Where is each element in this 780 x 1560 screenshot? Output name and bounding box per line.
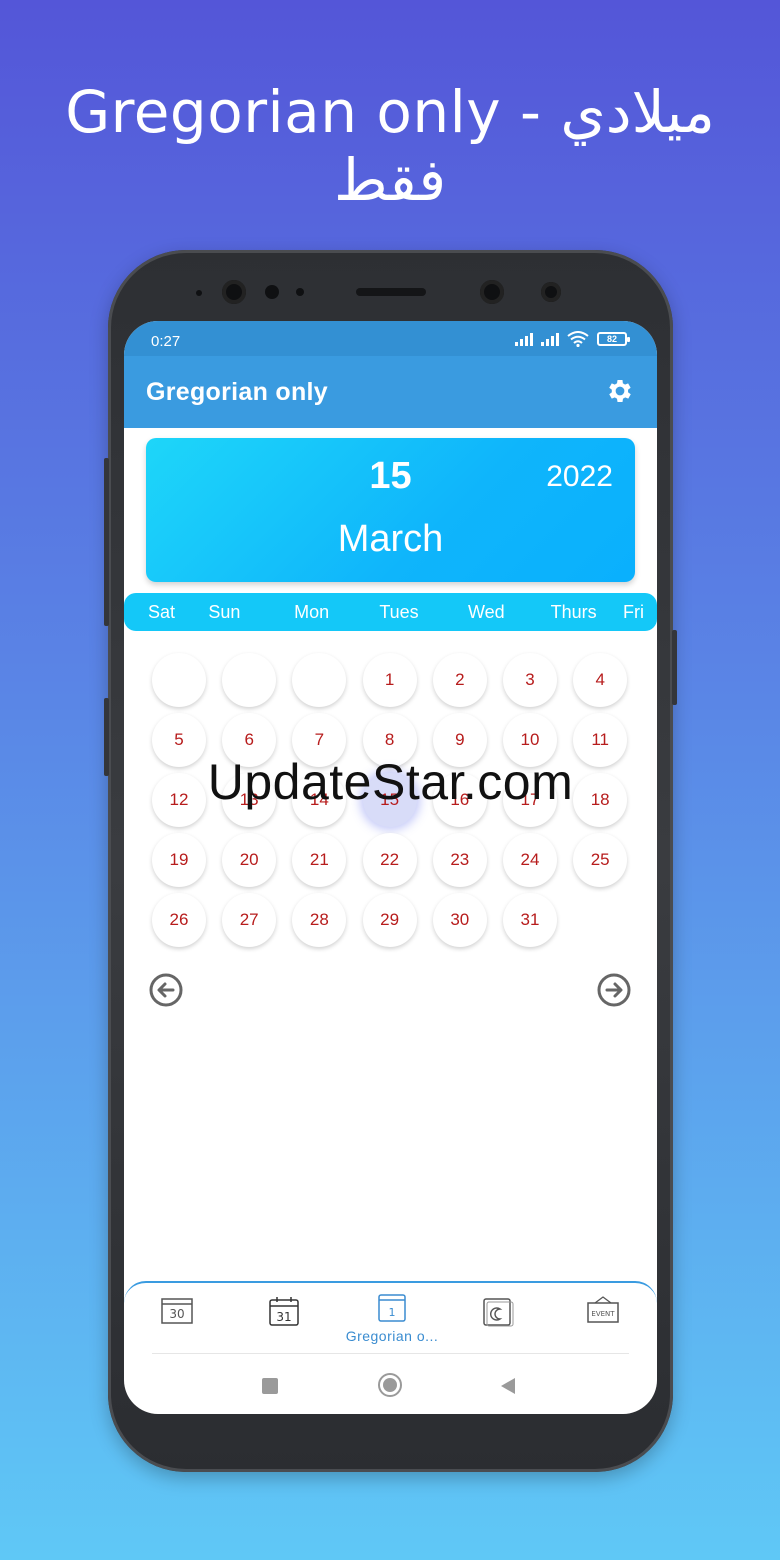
weekday-header: Sat Sun Mon Tues Wed Thurs Fri — [124, 593, 657, 631]
calendar-day[interactable]: 29 — [362, 893, 417, 947]
home-button-icon[interactable] — [378, 1373, 402, 1397]
hijri-calendar-icon — [483, 1298, 514, 1327]
phone-top-bezel — [108, 250, 673, 320]
calendar-day[interactable]: 28 — [292, 893, 347, 947]
nav-item-calendar-31[interactable]: 31 — [244, 1295, 324, 1332]
next-month-arrow-icon[interactable] — [597, 973, 631, 1007]
calendar-day[interactable]: 26 — [152, 893, 206, 947]
calendar-day[interactable]: 3 — [503, 653, 557, 707]
volume-button — [104, 458, 109, 626]
calendar-day[interactable]: 25 — [573, 833, 628, 887]
svg-text:1: 1 — [389, 1306, 396, 1319]
calendar-day[interactable]: 19 — [152, 833, 206, 887]
promo-title: Gregorian only - ميلادي فقط — [65, 78, 715, 214]
selected-date-card: 15 2022 March — [146, 438, 635, 582]
calendar-1-icon: 1 — [378, 1294, 406, 1322]
gear-icon[interactable] — [605, 376, 635, 406]
app-bar: Gregorian only — [124, 356, 657, 428]
svg-text:31: 31 — [276, 1310, 291, 1324]
nav-item-gregorian[interactable]: 1 Gregorian o... — [337, 1291, 447, 1344]
calendar-day-empty — [152, 653, 206, 707]
weekday-label: Fri — [623, 601, 644, 622]
status-bar: 0:27 82 — [124, 321, 657, 356]
weekday-label: Mon — [294, 601, 330, 622]
weekday-label: Tues — [379, 601, 419, 622]
app-screen: 0:27 82 Gregorian only 15 2022 March Sat… — [124, 321, 657, 1414]
svg-text:EVENT: EVENT — [591, 1310, 615, 1318]
calendar-day[interactable]: 30 — [432, 893, 487, 947]
status-time: 0:27 — [151, 333, 181, 350]
battery-icon: 82 — [597, 332, 630, 346]
power-button — [104, 698, 109, 776]
weekday-label: Wed — [468, 601, 505, 622]
system-navigation-bar — [152, 1353, 629, 1414]
nav-item-calendar-30[interactable]: 30 — [137, 1295, 217, 1330]
weekday-label: Sat — [148, 601, 176, 622]
event-board-icon: EVENT — [587, 1296, 619, 1323]
calendar-30-icon: 30 — [161, 1298, 193, 1324]
back-button-icon[interactable] — [499, 1376, 517, 1396]
calendar-day-empty — [222, 653, 277, 707]
signal-icon — [541, 332, 559, 346]
nav-item-hijri[interactable] — [457, 1295, 537, 1332]
calendar-day[interactable]: 24 — [503, 833, 557, 887]
selected-year: 2022 — [546, 460, 613, 493]
calendar-day[interactable]: 2 — [432, 653, 487, 707]
weekday-label: Sun — [208, 601, 241, 622]
calendar-day[interactable]: 22 — [362, 833, 417, 887]
svg-text:30: 30 — [169, 1307, 184, 1321]
wifi-icon — [567, 331, 589, 347]
previous-month-arrow-icon[interactable] — [149, 973, 183, 1007]
nav-item-label: Gregorian o... — [345, 1328, 439, 1344]
calendar-day[interactable]: 20 — [222, 833, 277, 887]
selected-month: March — [337, 518, 444, 560]
side-button — [672, 630, 677, 705]
watermark-text: UpdateStar.com — [207, 754, 574, 810]
calendar-day[interactable]: 23 — [432, 833, 487, 887]
weekday-label: Thurs — [550, 601, 597, 622]
nav-item-events[interactable]: EVENT — [563, 1295, 643, 1330]
calendar-day[interactable]: 1 — [362, 653, 417, 707]
signal-icon — [515, 332, 533, 346]
calendar-31-icon: 31 — [269, 1297, 299, 1326]
calendar-day[interactable]: 27 — [222, 893, 277, 947]
recents-button-icon[interactable] — [262, 1378, 278, 1394]
calendar-day-empty — [292, 653, 347, 707]
calendar-day[interactable]: 21 — [292, 833, 347, 887]
calendar-day[interactable]: 4 — [573, 653, 628, 707]
bottom-navigation: 30 31 1 Gregorian o... EVENT — [124, 1281, 657, 1356]
calendar-day[interactable]: 31 — [503, 893, 557, 947]
app-bar-title: Gregorian only — [146, 378, 329, 406]
